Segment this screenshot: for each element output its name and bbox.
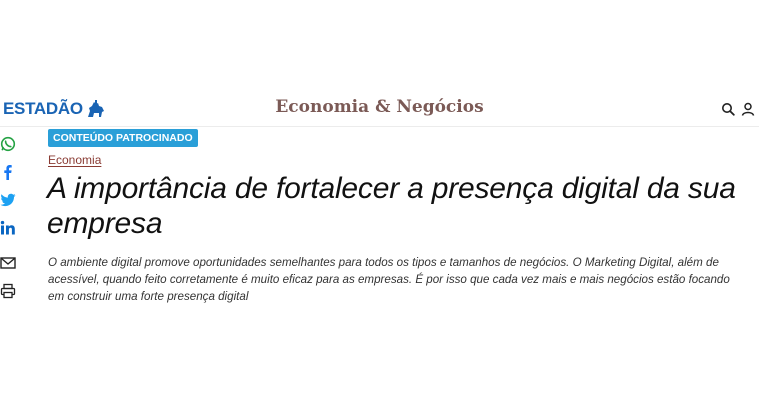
sponsored-badge: CONTEÚDO PATROCINADO [48,129,198,147]
header-actions [721,102,755,116]
share-whatsapp[interactable] [0,130,22,158]
share-facebook[interactable] [0,158,22,186]
share-print[interactable] [0,277,22,305]
linkedin-icon [0,220,15,235]
facebook-icon [4,165,12,180]
search-icon[interactable] [721,102,735,116]
section-title[interactable]: Economia & Negócios [0,97,759,117]
share-bar [0,130,22,305]
header-divider [0,126,759,127]
twitter-icon [0,193,16,207]
share-twitter[interactable] [0,186,22,214]
share-linkedin[interactable] [0,214,22,242]
print-icon [0,283,16,299]
share-email[interactable] [0,249,22,277]
page: ESTADÃO Economia & Negócios CONTEÚDO PAT… [0,0,759,403]
article-headline: A importância de fortalecer a presença d… [47,172,736,240]
category-link[interactable]: Economia [48,153,101,167]
article-summary: O ambiente digital promove oportunidades… [48,256,730,303]
whatsapp-icon [0,136,16,152]
email-icon [0,257,16,269]
user-icon[interactable] [741,102,755,116]
site-header: ESTADÃO Economia & Negócios [0,94,759,126]
